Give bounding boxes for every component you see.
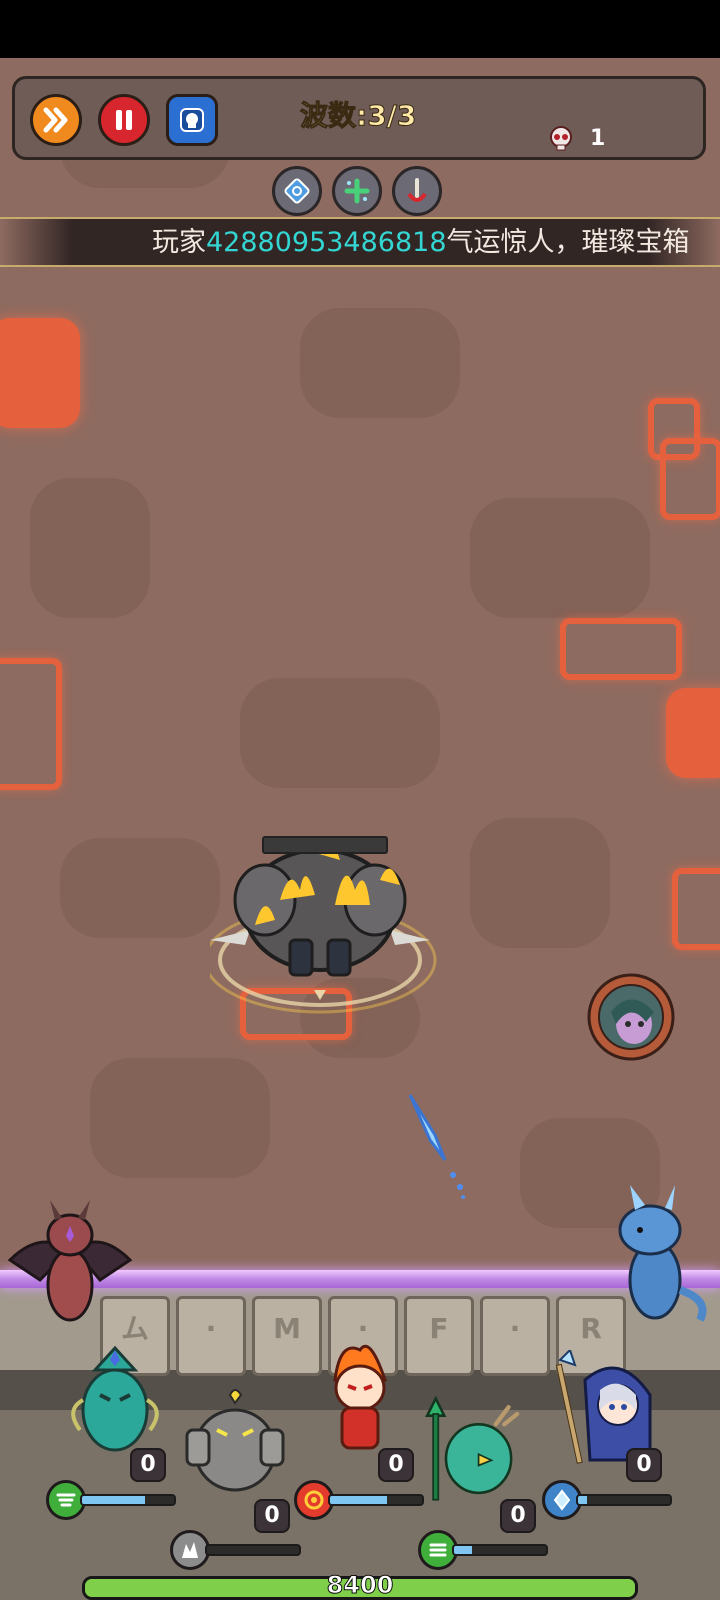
wave-counter: 波数:3/3 xyxy=(300,99,417,133)
enemy-portrait[interactable] xyxy=(586,972,676,1062)
pause-button[interactable] xyxy=(98,94,150,146)
ice-dragon-guardian[interactable] xyxy=(600,1180,720,1330)
skull-icon xyxy=(550,126,572,151)
ice-shard-projectile xyxy=(408,1094,465,1199)
rock-icon xyxy=(170,1530,210,1570)
lava-crack xyxy=(0,658,62,790)
lava-crack xyxy=(560,618,682,680)
lava-crack xyxy=(660,438,720,520)
lava-pool xyxy=(666,688,720,778)
hero-mana-fill xyxy=(454,1546,473,1554)
sparkle-plus-icon xyxy=(344,178,370,204)
kill-count: 1 xyxy=(590,126,606,151)
hero-mana-fill xyxy=(578,1496,588,1504)
skill-button-time[interactable] xyxy=(272,166,322,216)
skill-button-attack[interactable] xyxy=(392,166,442,216)
hero-rock-golem[interactable] xyxy=(175,1385,295,1505)
card-button[interactable] xyxy=(166,94,218,146)
lava-crack xyxy=(672,868,720,950)
boss-health-bar xyxy=(262,836,388,854)
hero-mana-bar xyxy=(452,1544,548,1556)
game-screen: 波数:3/3 1 玩家42880953486818气运惊人，璀璨宝箱 ム · M… xyxy=(0,0,720,1600)
status-bar xyxy=(0,0,720,58)
clock-shield-icon xyxy=(284,178,310,204)
hero-mana-bar xyxy=(80,1494,176,1506)
base-health-value: 8400 xyxy=(326,1571,394,1600)
skull-card-icon xyxy=(180,108,204,132)
announcement-text: 玩家42880953486818气运惊人，璀璨宝箱 xyxy=(152,225,712,261)
speed-button[interactable] xyxy=(30,94,82,146)
hero-level: 0 xyxy=(254,1499,290,1533)
sword-magnet-icon xyxy=(407,178,427,202)
hero-mana-fill xyxy=(82,1496,145,1504)
hero-nature-bird[interactable] xyxy=(410,1390,530,1510)
hero-level: 0 xyxy=(626,1448,662,1482)
pause-icon xyxy=(116,110,132,130)
hero-level: 0 xyxy=(130,1448,166,1482)
battlement: · xyxy=(176,1296,246,1376)
lava-pool xyxy=(0,318,80,428)
battlement: · xyxy=(480,1296,550,1376)
hero-level: 0 xyxy=(500,1499,536,1533)
hero-level: 0 xyxy=(378,1448,414,1482)
hero-mana-bar xyxy=(205,1544,301,1556)
announcement-prefix: 玩家 xyxy=(152,227,206,258)
announcement-banner: 玩家42880953486818气运惊人，璀璨宝箱 xyxy=(0,217,720,267)
double-chevron-icon xyxy=(43,107,68,133)
announcement-suffix: 气运惊人，璀璨宝箱 xyxy=(446,227,690,258)
hero-wind-spirit[interactable] xyxy=(55,1340,175,1460)
hero-fire[interactable] xyxy=(300,1340,420,1460)
dark-dragon-guardian[interactable] xyxy=(0,1190,140,1340)
skill-button-heal[interactable] xyxy=(332,166,382,216)
hero-mana-fill xyxy=(330,1496,388,1504)
hero-mana-bar xyxy=(576,1494,672,1506)
announcement-player-id: 42880953486818 xyxy=(206,227,447,258)
